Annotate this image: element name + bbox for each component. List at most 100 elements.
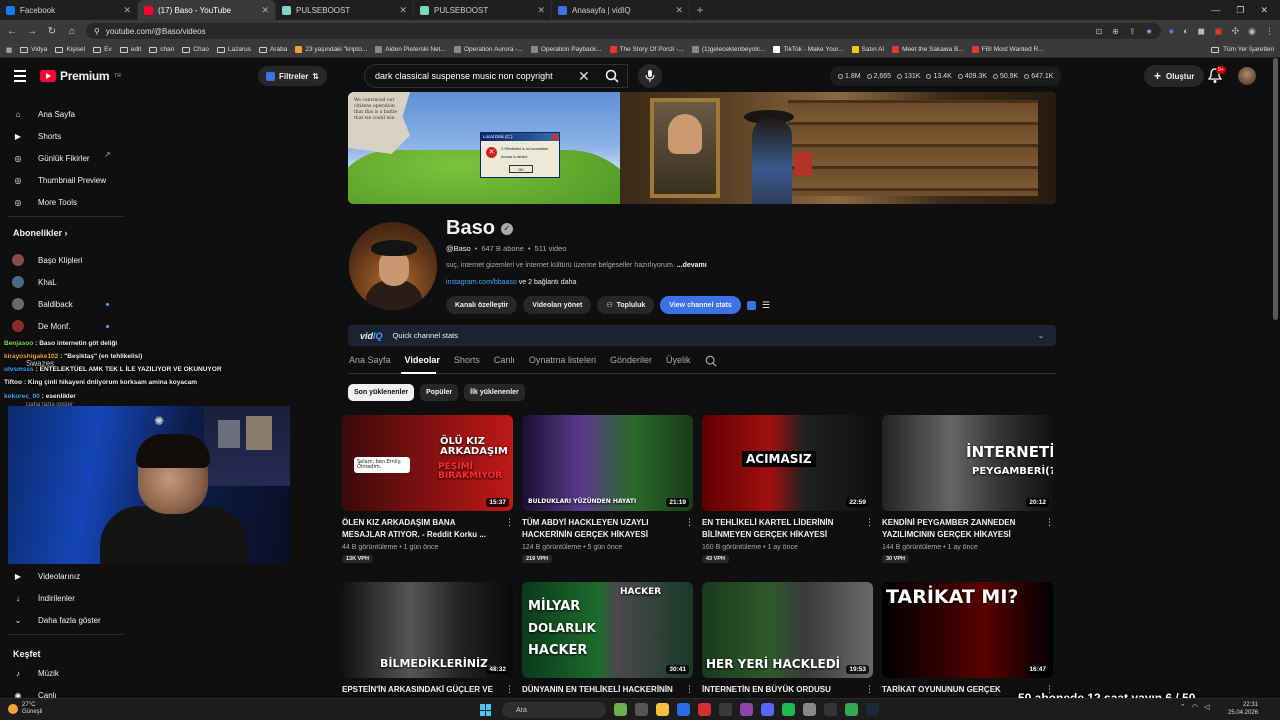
clear-search-icon[interactable]: ✕: [578, 68, 590, 85]
sidebar-item[interactable]: ◎ Thumbnail Preview: [12, 174, 107, 186]
video-card[interactable]: ÖLÜ KIZ ARKADAŞIM PEŞİMİ BIRAKMIYOR Selam,…: [342, 415, 514, 563]
chrome-icon[interactable]: [845, 703, 858, 716]
new-tab-button[interactable]: +: [690, 3, 710, 17]
more-options-icon[interactable]: ⋮: [865, 517, 874, 528]
video-thumbnail[interactable]: MİLYAR DOLARLIK HACKER HACKER 30:41: [522, 582, 693, 678]
sidebar-item[interactable]: ◎ More Tools: [12, 196, 77, 208]
puzzle-icon[interactable]: ✣: [1232, 26, 1240, 37]
more-options-icon[interactable]: ⋮: [685, 517, 694, 528]
home-icon[interactable]: ⌂: [66, 26, 78, 37]
more-options-icon[interactable]: ⋮: [685, 684, 694, 695]
channel-tab[interactable]: Gönderiler: [610, 355, 652, 365]
chevron-up-icon[interactable]: ⌃: [1180, 703, 1186, 711]
taskbar-search[interactable]: Ara: [502, 702, 606, 718]
channel-tab[interactable]: Üyelik: [666, 355, 691, 365]
sort-chip[interactable]: Son yüklenenler: [348, 384, 415, 401]
site-info-icon[interactable]: ⚲: [94, 27, 100, 36]
extension-icon[interactable]: ◼: [1198, 26, 1205, 37]
view-channel-stats-button[interactable]: View channel stats: [660, 296, 741, 314]
vidiq-quick-stats-bar[interactable]: vidIQ Quick channel stats ⌄: [348, 325, 1056, 346]
obs-icon[interactable]: [824, 703, 837, 716]
all-bookmarks[interactable]: Tüm Yer İşaretleri: [1211, 46, 1274, 53]
video-title[interactable]: TÜM ABDYİ HACKLEYEN UZAYLI HACKERİNİN GE…: [522, 517, 680, 541]
subscription-item[interactable]: Baldiback: [12, 298, 73, 310]
search-button[interactable]: [596, 64, 628, 88]
extension-icon[interactable]: ◐: [1183, 26, 1188, 37]
description-more-link[interactable]: ...devamı: [677, 262, 707, 269]
channel-tab[interactable]: Canlı: [494, 355, 515, 365]
menu-icon[interactable]: ⋮: [1265, 26, 1274, 37]
channel-description[interactable]: suç, internet gizemleri ve internet kült…: [446, 262, 707, 269]
sort-chip[interactable]: Popüler: [420, 384, 459, 401]
bookmark-item[interactable]: 23 yaşındaki "kripto...: [295, 46, 367, 53]
sidebar-item[interactable]: ⌄ Daha fazla göster: [12, 614, 101, 626]
media-icon[interactable]: [677, 703, 690, 716]
video-thumbnail[interactable]: İNTERNETİN PEYGAMBERİ(?) 20:12: [882, 415, 1053, 511]
instagram-link[interactable]: instagram.com/bbaaso: [446, 279, 517, 286]
close-tab-icon[interactable]: ✕: [261, 5, 269, 16]
vidiq-icon[interactable]: [746, 300, 756, 310]
opera-icon[interactable]: [698, 703, 711, 716]
video-card[interactable]: BULDUKLARI YÜZÜNDEN HAYATI 21:19 TÜM ABDYİ…: [522, 415, 694, 563]
extension-icon[interactable]: ▣: [1214, 26, 1223, 37]
subscription-item[interactable]: Başo Klipleri: [12, 254, 82, 266]
page-scrollbar[interactable]: [1273, 58, 1278, 320]
video-thumbnail[interactable]: HER YERİ HACKLEDİ 19:53: [702, 582, 873, 678]
minimize-icon[interactable]: —: [1211, 5, 1220, 16]
discord-icon[interactable]: [761, 703, 774, 716]
bookmark-item[interactable]: FBI Most Wanted R...: [971, 46, 1044, 53]
spotify-icon[interactable]: [782, 703, 795, 716]
restore-icon[interactable]: ❐: [1236, 5, 1244, 16]
vidiq-stats-bar[interactable]: 1.8M 2,665 131K 13.4K 409.3K 50.9K 647.1K: [830, 66, 1062, 86]
bookmark-item[interactable]: Chao: [182, 46, 209, 53]
channel-avatar[interactable]: [349, 222, 437, 310]
video-title[interactable]: İNTERNETİN EN BÜYÜK ORDUSU: [702, 684, 860, 696]
more-options-icon[interactable]: ⋮: [505, 684, 514, 695]
system-clock[interactable]: 22:31 25.04.2026: [1228, 701, 1258, 717]
list-icon[interactable]: ☰: [762, 300, 770, 311]
url-field[interactable]: ⚲ youtube.com/@Baso/videos ⊡ ⊕ ⇪ ★: [86, 23, 1161, 39]
bookmark-item[interactable]: Operation Payback...: [530, 46, 602, 53]
bookmark-item[interactable]: Lazarus: [216, 46, 251, 53]
video-thumbnail[interactable]: BULDUKLARI YÜZÜNDEN HAYATI 21:19: [522, 415, 693, 511]
star-icon[interactable]: ★: [1146, 27, 1153, 36]
steam-icon[interactable]: [866, 703, 879, 716]
hamburger-menu-icon[interactable]: [14, 70, 26, 85]
bookmark-item[interactable]: Kişisel: [55, 46, 85, 53]
bookmark-item[interactable]: Operation Aurora -...: [453, 46, 523, 53]
video-card[interactable]: HER YERİ HACKLEDİ 19:53 İNTERNETİN EN BÜYÜ…: [702, 582, 874, 694]
sidebar-item[interactable]: ♪ Müzik: [12, 667, 59, 679]
channel-tab[interactable]: Oynatma listeleri: [529, 355, 596, 365]
bookmark-item[interactable]: Meet the Sakawa B...: [891, 46, 964, 53]
sidebar-item[interactable]: ▶ Videolarınız: [12, 570, 80, 582]
filters-button[interactable]: Filtreler ⇅: [258, 66, 328, 86]
landscape-app-icon[interactable]: [614, 703, 627, 716]
messenger-icon[interactable]: [740, 703, 753, 716]
sidebar-item[interactable]: ↓ İndirilenler: [12, 592, 75, 604]
more-options-icon[interactable]: ⋮: [1045, 517, 1054, 528]
windows-start-icon[interactable]: [480, 704, 492, 716]
close-tab-icon[interactable]: ✕: [399, 5, 407, 16]
bookmark-item[interactable]: Satın Al: [851, 46, 884, 53]
account-avatar[interactable]: [1238, 67, 1256, 85]
video-title[interactable]: EN TEHLİKELİ KARTEL LİDERİNİN BİLİNMEYEN…: [702, 517, 860, 541]
xbox-icon[interactable]: [719, 703, 732, 716]
bookmark-item[interactable]: Aiden Pleterski Net...: [375, 46, 446, 53]
subscriptions-heading[interactable]: Abonelikler ›: [13, 228, 68, 238]
install-icon[interactable]: ⊡: [1095, 27, 1102, 36]
subscription-item[interactable]: De Monf.: [12, 320, 70, 332]
browser-tab-facebook[interactable]: Facebook ✕: [0, 0, 138, 20]
bookmark-item[interactable]: TikTok - Make Your...: [773, 46, 844, 53]
subscription-item[interactable]: KhaL: [12, 276, 57, 288]
bookmark-item[interactable]: Vidya: [20, 46, 47, 53]
video-title[interactable]: EPSTEİN'İN ARKASINDAKİ GÜÇLER VE: [342, 684, 500, 696]
video-thumbnail[interactable]: ÖLÜ KIZ ARKADAŞIM PEŞİMİ BIRAKMIYOR Selam,…: [342, 415, 513, 511]
video-title[interactable]: TARİKAT OYUNUNUN GERÇEK: [882, 684, 1040, 696]
video-card[interactable]: İNTERNETİN PEYGAMBERİ(?) 20:12 KENDİNİ PEYG…: [882, 415, 1054, 563]
photos-icon[interactable]: [803, 703, 816, 716]
back-icon[interactable]: ←: [6, 26, 18, 37]
browser-tab-pulseboost[interactable]: PULSEBOOST ✕: [276, 0, 414, 20]
share-icon[interactable]: ⇪: [1129, 27, 1136, 36]
close-window-icon[interactable]: ✕: [1260, 5, 1268, 16]
video-thumbnail[interactable]: TARİKAT MI? 16:47: [882, 582, 1053, 678]
